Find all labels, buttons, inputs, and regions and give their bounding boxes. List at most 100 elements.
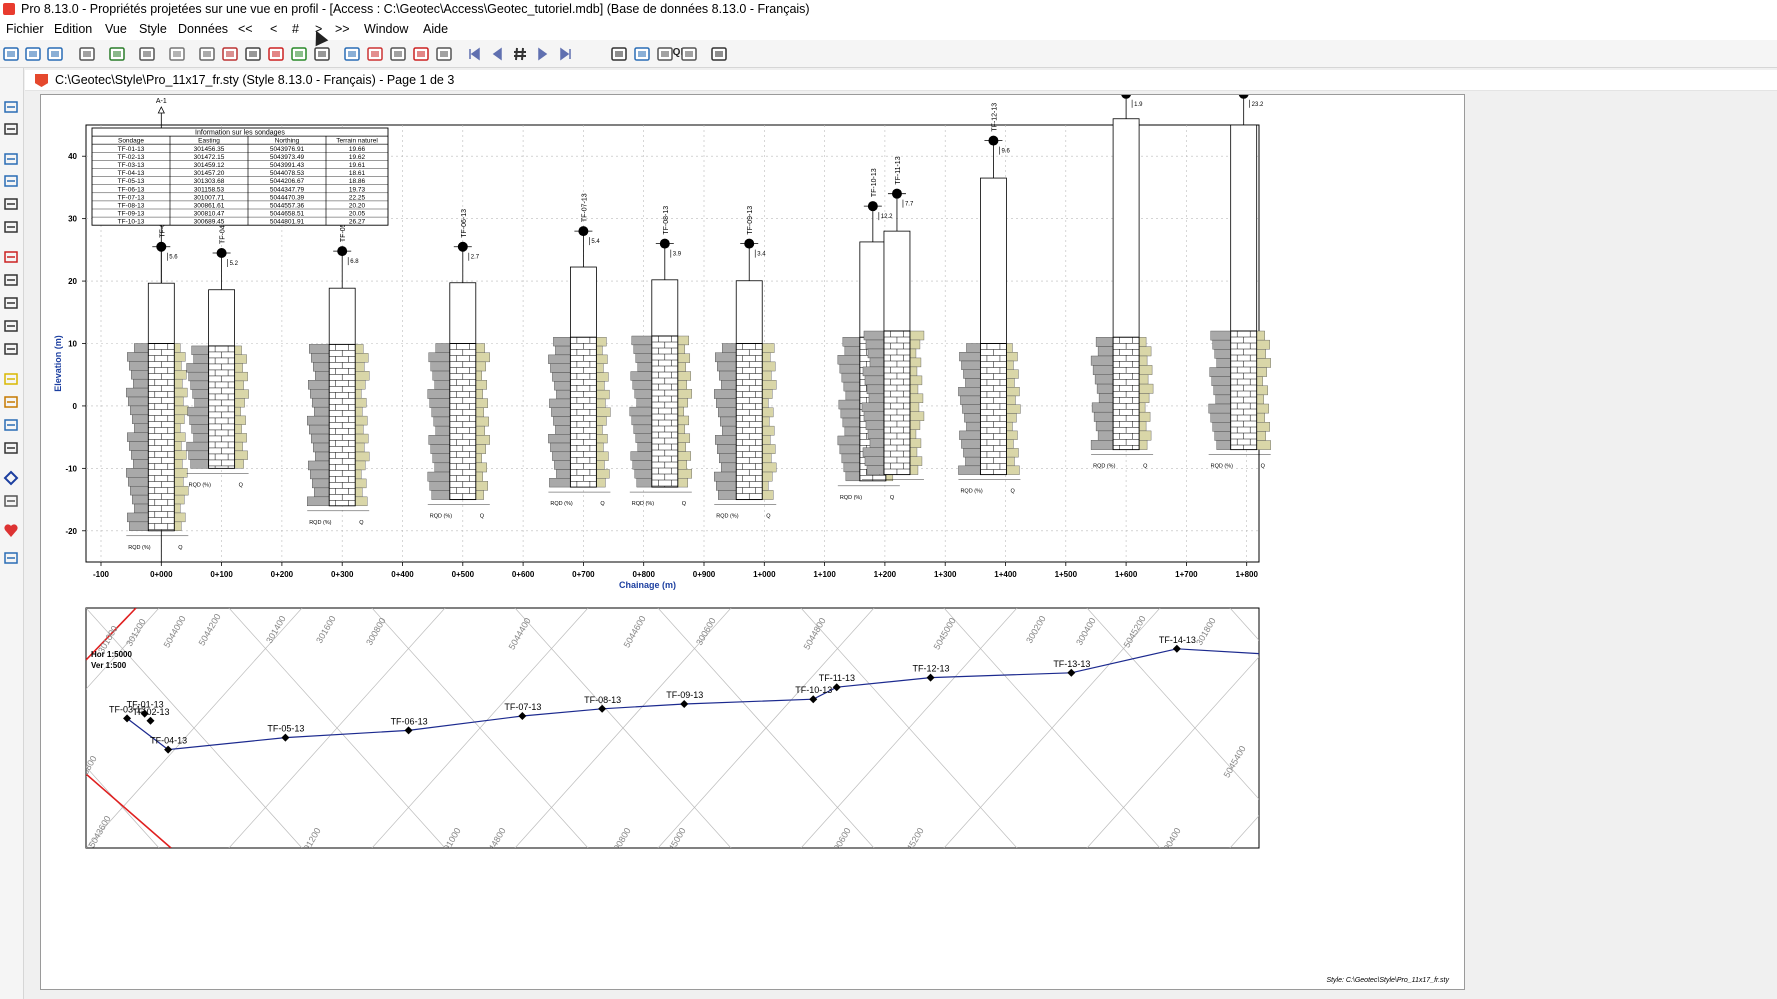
note-icon[interactable] (2, 370, 20, 388)
info-table-cell: 18.61 (349, 170, 366, 177)
legend-box-icon[interactable] (2, 393, 20, 411)
rqd-scale-label: RQD (%) (550, 501, 572, 507)
water-level-label: 3.9 (673, 252, 682, 258)
rqd-scale-label: RQD (%) (1211, 464, 1233, 470)
borehole-tf-07-13[interactable]: 5.4 TF-07-13 RQD (%) Q (548, 193, 611, 507)
borehole-tf-01-13[interactable]: 5.6TF-01-13RQD (%)Q (126, 209, 189, 551)
crop-icon[interactable] (2, 340, 20, 358)
aec-icon[interactable] (2, 549, 20, 567)
panel-icon[interactable] (2, 172, 20, 190)
print-icon[interactable] (78, 45, 96, 63)
refresh-icon[interactable] (108, 45, 126, 63)
bars-icon[interactable] (267, 45, 285, 63)
stack-icon[interactable] (2, 317, 20, 335)
last-page-icon[interactable] (557, 45, 575, 63)
borehole-tf-12-13[interactable]: 9.6 TF-12-13 RQD (%) Q (958, 103, 1021, 495)
menu-page[interactable]: # (292, 22, 299, 36)
legend-icon[interactable] (290, 45, 308, 63)
x-tick-label: 1+500 (1055, 570, 1078, 579)
move-icon[interactable] (2, 294, 20, 312)
menu-style[interactable]: Style (139, 22, 167, 36)
water-level-label: 5.6 (169, 255, 178, 261)
menu-edition[interactable]: Edition (54, 22, 92, 36)
menu-prev[interactable]: < (270, 22, 277, 36)
x-tick-label: 0+000 (150, 570, 173, 579)
contour-icon[interactable] (244, 45, 262, 63)
marker-icon[interactable] (2, 469, 20, 487)
hatch-icon[interactable] (198, 45, 216, 63)
q-scale-label: Q (766, 514, 771, 520)
borehole-name-label: TF-12-13 (991, 103, 998, 132)
menu-window[interactable]: Window (364, 22, 408, 36)
q-scale-label: Q (178, 545, 183, 551)
grid-icon-left[interactable] (2, 492, 20, 510)
plan-point-label: TF-09-13 (666, 690, 703, 700)
heart-icon[interactable] (2, 522, 20, 540)
database-icon[interactable] (24, 45, 42, 63)
first-page-icon[interactable] (465, 45, 483, 63)
borehole-tf-08-13[interactable]: 3.9 TF-08-13 RQD (%) Q (629, 206, 693, 507)
text-box-icon[interactable] (2, 271, 20, 289)
plan-point-label: TF-13-13 (1053, 659, 1090, 669)
chart-edit-icon[interactable] (138, 45, 156, 63)
sql-icon[interactable] (610, 45, 628, 63)
menu-vue[interactable]: Vue (105, 22, 127, 36)
borehole-tf-13-13[interactable]: 1.9TF-13-13RQD (%)Q (1090, 95, 1154, 470)
curve-icon[interactable] (221, 45, 239, 63)
grid-icon[interactable] (389, 45, 407, 63)
import-icon[interactable] (343, 45, 361, 63)
x-tick-label: 0+500 (452, 570, 475, 579)
borehole-marker-icon (1238, 95, 1249, 99)
info-table-cell: 5044347.79 (270, 186, 305, 193)
borehole-tf-09-13[interactable]: 3.4 TF-09-13 RQD (%) Q (714, 206, 777, 520)
menu-last[interactable]: >> (335, 22, 350, 36)
x-tick-label: 1+000 (753, 570, 776, 579)
info-table-header: Sondage (118, 138, 144, 145)
next-page-icon[interactable] (534, 45, 552, 63)
zoom-region-icon[interactable] (412, 45, 430, 63)
y-tick-label: -20 (65, 527, 77, 536)
clipboard-icon[interactable] (680, 45, 698, 63)
borehole-tf-06-13[interactable]: 2.7 TF-06-13 RQD (%) Q (427, 209, 490, 520)
export-icon[interactable] (366, 45, 384, 63)
plan-point-label: TF-10-13 (795, 685, 832, 695)
menu-donnees[interactable]: Données (178, 22, 228, 36)
axis-icon[interactable] (2, 439, 20, 457)
q-scale-label: Q (480, 514, 485, 520)
menu-aide[interactable]: Aide (423, 22, 448, 36)
info-table-cell: TF-04-13 (118, 170, 145, 177)
table-icon[interactable] (168, 45, 186, 63)
q-scale-label: Q (600, 501, 605, 507)
open-folder-icon[interactable] (2, 45, 20, 63)
menu-fichier[interactable]: Fichier (6, 22, 44, 36)
query-icon[interactable] (633, 45, 651, 63)
info-table-cell: 300861.61 (194, 203, 225, 210)
prev-page-icon[interactable] (488, 45, 506, 63)
water-level-label: 5.4 (591, 239, 600, 245)
open-icon[interactable] (2, 98, 20, 116)
table-icon-left[interactable] (2, 416, 20, 434)
document-area: -100 0+000 0+100 0+200 0+300 0+400 0+500 0+600 0… (25, 91, 1777, 999)
database-link-icon[interactable] (46, 45, 64, 63)
copy-icon[interactable] (656, 45, 674, 63)
info-table-cell: 300810.47 (194, 211, 225, 218)
menu-first[interactable]: << (238, 22, 253, 36)
select-rect-icon[interactable] (2, 248, 20, 266)
dots-icon[interactable] (435, 45, 453, 63)
borehole-tf-04-13[interactable]: 5.2TF-04-13RQD (%) Q (186, 215, 249, 488)
cylinder-icon[interactable] (313, 45, 331, 63)
page-number-icon[interactable] (511, 45, 529, 63)
rqd-scale-label: RQD (%) (309, 520, 331, 526)
zoom-icon[interactable] (2, 195, 20, 213)
y-tick-label: 30 (68, 215, 77, 224)
y-tick-label: 0 (73, 402, 78, 411)
pan-icon[interactable] (2, 218, 20, 236)
exit-icon[interactable] (710, 45, 728, 63)
plan-point-label: TF-14-13 (1159, 635, 1196, 645)
x-tick-label: 0+200 (271, 570, 294, 579)
profile-drawing[interactable]: -100 0+000 0+100 0+200 0+300 0+400 0+500 0+600 0… (41, 95, 1464, 989)
layout-icon[interactable] (2, 150, 20, 168)
borehole-tf-05-13[interactable]: 6.8TF-05-13RQD (%) Q (307, 213, 370, 526)
save-icon[interactable] (2, 120, 20, 138)
borehole-tf-14-13[interactable]: 23.2TF-14-13RQD (%)Q (1208, 95, 1271, 470)
